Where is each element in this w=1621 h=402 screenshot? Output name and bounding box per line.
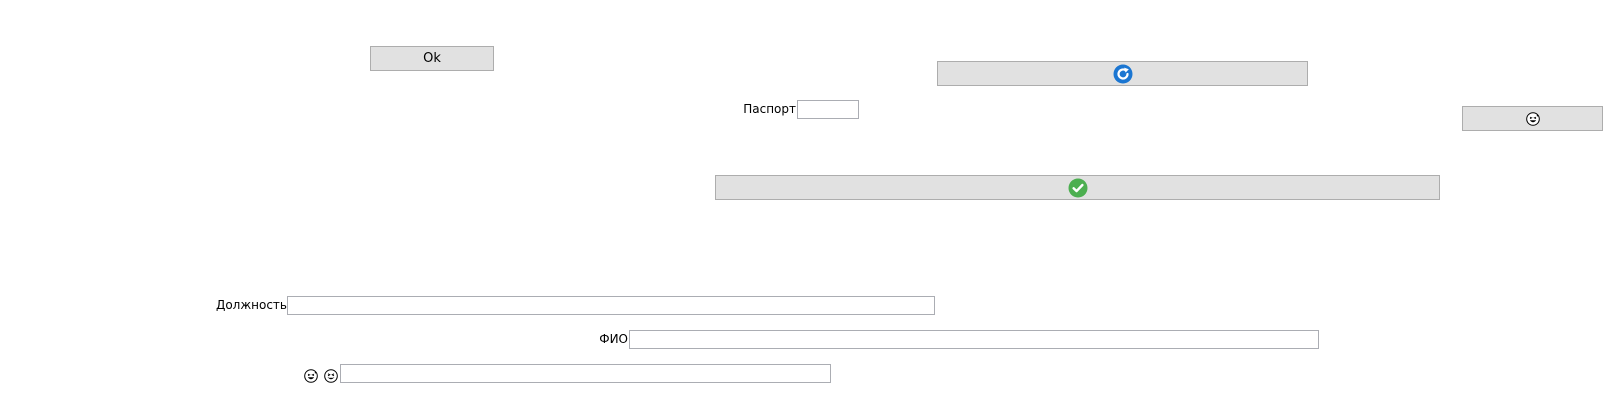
emoji-button[interactable] [1462, 106, 1603, 131]
passport-input[interactable] [797, 100, 859, 119]
passport-label: Паспорт [743, 102, 796, 116]
fio-input[interactable] [629, 330, 1319, 349]
check-circle-icon [1068, 178, 1088, 198]
position-label: Должность [215, 298, 287, 312]
refresh-button[interactable] [937, 61, 1308, 86]
grinning-sweat-face-icon [304, 368, 318, 383]
position-input[interactable] [287, 296, 935, 315]
ok-button-label: Ok [423, 51, 441, 66]
grinning-squint-face-icon [324, 368, 338, 383]
refresh-icon [1113, 64, 1133, 84]
emoji-label [304, 366, 338, 385]
ok-button[interactable]: Ok [370, 46, 494, 71]
emoji-input[interactable] [340, 364, 831, 383]
confirm-button[interactable] [715, 175, 1440, 200]
grinning-sweat-face-icon [1525, 111, 1540, 126]
fio-label: ФИО [599, 332, 628, 346]
